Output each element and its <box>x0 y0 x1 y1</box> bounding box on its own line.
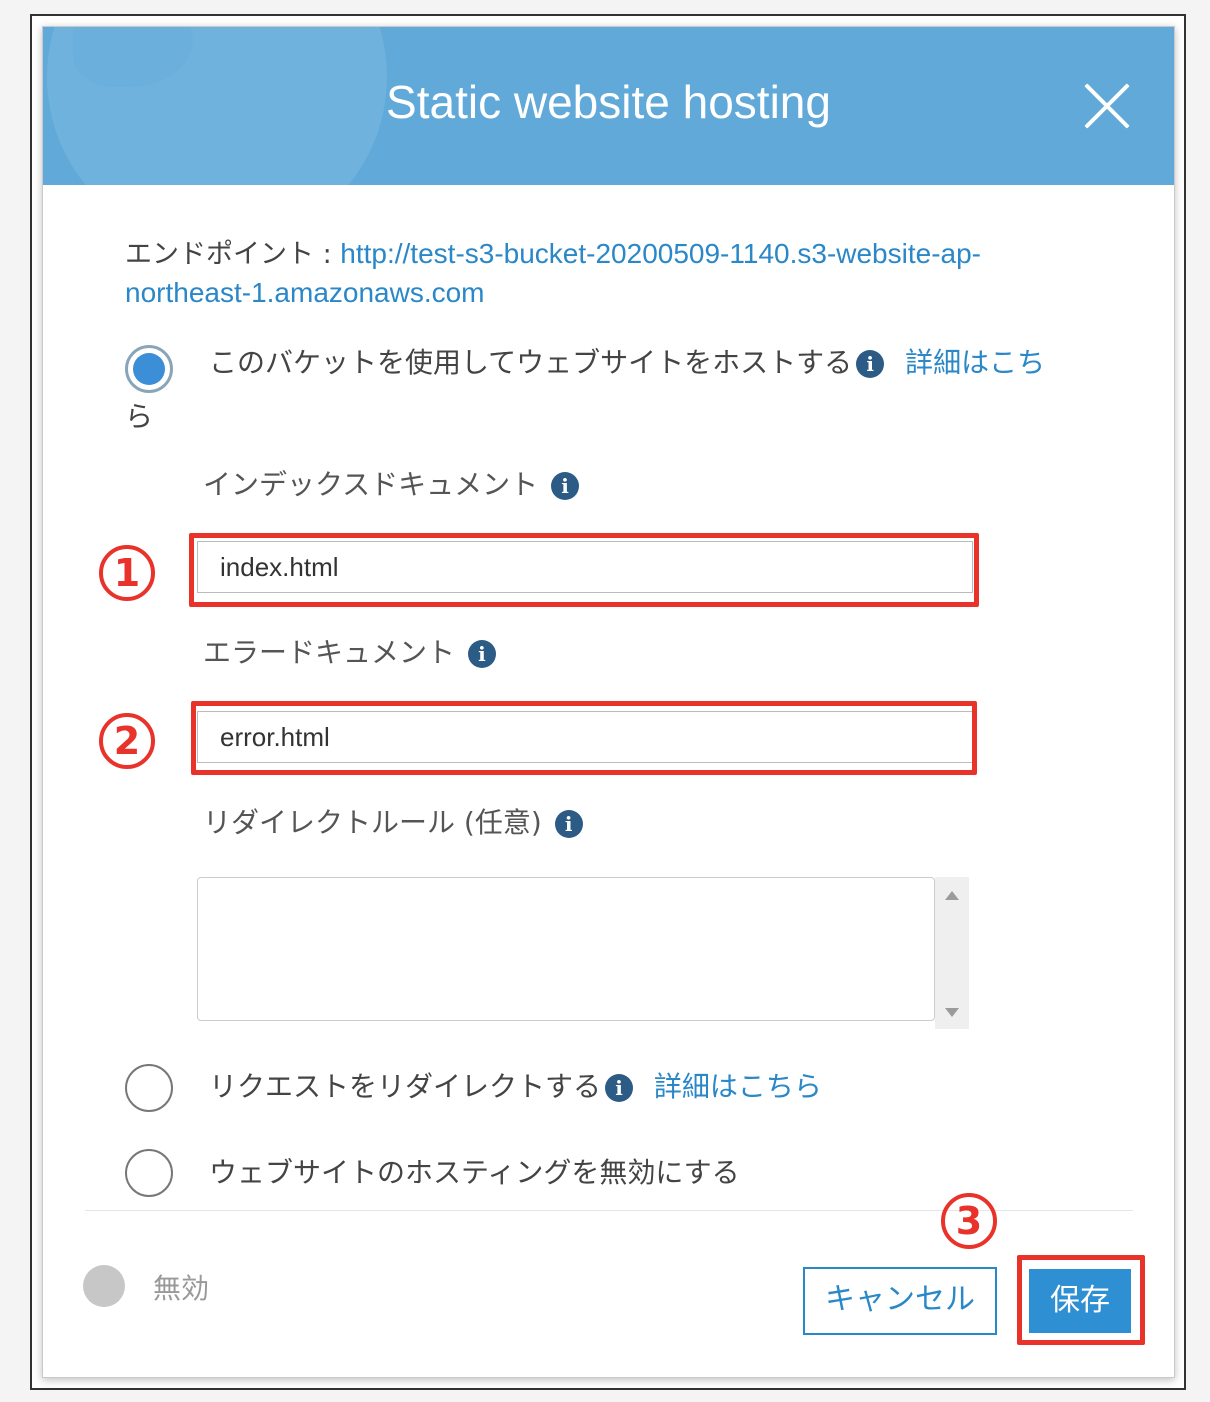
redirect-rules-label: リダイレクトルール (任意) i <box>203 801 583 841</box>
endpoint-url-link-continued[interactable]: northeast-1.amazonaws.com <box>125 277 485 308</box>
info-icon[interactable]: i <box>605 1074 634 1102</box>
host-details-link[interactable]: 詳細はこち <box>905 346 1045 379</box>
status-label: 無効 <box>153 1272 210 1305</box>
index-document-label-text: インデックスドキュメント <box>203 468 539 501</box>
redirect-requests-radio[interactable] <box>125 1064 173 1112</box>
redirect-requests-option: リクエストをリダイレクトする i 詳細はこちら <box>209 1065 822 1105</box>
annotation-highlight-index <box>189 533 979 607</box>
host-website-radio[interactable] <box>125 345 173 393</box>
dialog-title: Static website hosting <box>386 76 831 128</box>
scroll-up-arrow-icon[interactable] <box>945 891 959 900</box>
info-icon[interactable]: i <box>551 472 580 500</box>
info-icon[interactable]: i <box>856 350 885 378</box>
status-indicator-dot <box>83 1265 125 1307</box>
host-details-link-continued[interactable]: ら <box>125 395 153 435</box>
host-website-option: このバケットを使用してウェブサイトをホストする i 詳細はこち <box>209 341 1045 381</box>
redirect-details-link[interactable]: 詳細はこちら <box>654 1070 822 1103</box>
annotation-number-1-text: 1 <box>113 551 141 595</box>
redirect-rules-label-text: リダイレクトルール (任意) <box>203 806 542 839</box>
annotation-number-3-text: 3 <box>955 1199 983 1243</box>
annotation-highlight-save <box>1017 1255 1145 1345</box>
info-icon[interactable]: i <box>467 640 496 668</box>
disable-hosting-label: ウェブサイトのホスティングを無効にする <box>209 1156 740 1189</box>
annotation-number-2: 2 <box>99 713 155 769</box>
host-website-label: このバケットを使用してウェブサイトをホストする <box>209 346 853 379</box>
close-icon[interactable] <box>1083 82 1131 130</box>
index-document-label: インデックスドキュメント i <box>203 463 580 503</box>
annotation-number-1: 1 <box>99 545 155 601</box>
info-icon[interactable]: i <box>554 810 583 838</box>
error-document-label-text: エラードキュメント <box>203 636 456 669</box>
annotation-highlight-error <box>191 701 977 775</box>
textarea-scrollbar[interactable] <box>935 877 969 1029</box>
scroll-down-arrow-icon[interactable] <box>945 1008 959 1017</box>
disable-hosting-radio[interactable] <box>125 1149 173 1197</box>
endpoint-url-link[interactable]: http://test-s3-bucket-20200509-1140.s3-w… <box>340 238 981 269</box>
redirect-requests-label: リクエストをリダイレクトする <box>209 1070 602 1103</box>
annotation-number-2-text: 2 <box>113 719 141 763</box>
annotation-number-3: 3 <box>941 1193 997 1249</box>
endpoint-text: エンドポイント : http://test-s3-bucket-20200509… <box>125 235 1065 313</box>
error-document-label: エラードキュメント i <box>203 631 496 671</box>
endpoint-label: エンドポイント : <box>125 239 341 270</box>
redirect-rules-textarea[interactable] <box>197 877 935 1021</box>
cancel-button[interactable]: キャンセル <box>803 1267 997 1335</box>
dialog-header: Static website hosting <box>43 27 1174 185</box>
static-website-hosting-dialog: Static website hosting エンドポイント : http://… <box>42 26 1175 1378</box>
